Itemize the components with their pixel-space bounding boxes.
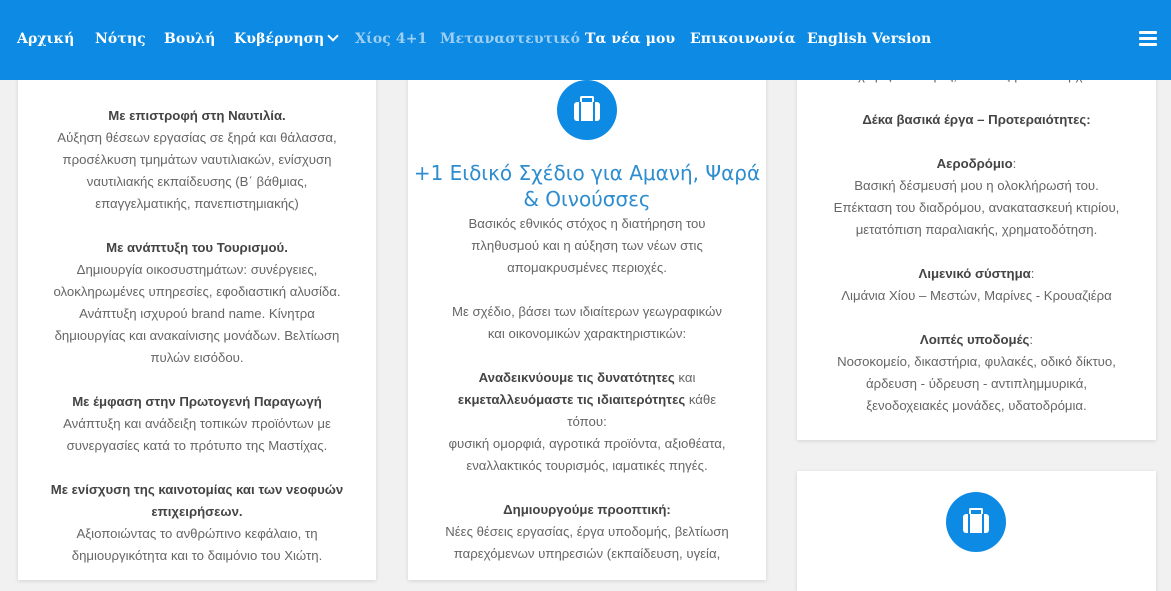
text-line: Με σχέδιο, βάσει των ιδιαίτερων γεωγραφι…: [452, 304, 722, 319]
center-card: +1 Ειδικό Σχέδιο για Αμανή, Ψαρά & Οινού…: [408, 60, 766, 580]
text-line: Βασική δέσμευσή μου η ολοκλήρωσή του.: [854, 178, 1099, 193]
card-title: +1 Ειδικό Σχέδιο για Αμανή, Ψαρά & Οινού…: [408, 160, 766, 212]
nav-english-version[interactable]: English Version: [807, 31, 931, 47]
colon: :: [1012, 156, 1017, 171]
text-line: Αύξηση θέσεων εργασίας σε ξηρά και θάλασ…: [57, 130, 337, 145]
text-line: Νέες θέσεις εργασίας, έργα υποδομής, βελ…: [445, 524, 729, 539]
text-line: τόπου:: [567, 414, 607, 429]
right-card-text: χωρίς υποδομές, ανάπτυξη δεν υπάρχει. Δέ…: [797, 65, 1156, 417]
text-line: και οικονομικών χαρακτηριστικών:: [487, 326, 687, 341]
text-line: επαγγελματικής, πανεπιστημιακής): [95, 196, 299, 211]
text-line: Επέκταση του διαδρόμου, ανακατασκευή κτι…: [833, 200, 1120, 215]
center-card-text: Βασικός εθνικός στόχος η διατήρηση του π…: [408, 213, 766, 565]
text-line: Βασικός εθνικός στόχος η διατήρηση του: [468, 216, 706, 231]
bold-phrase: εκμεταλλευόμαστε τις ιδιαιτερότητες: [457, 392, 686, 407]
projects-heading: Δέκα βασικά έργα – Προτεραιότητες:: [862, 112, 1091, 127]
text-line: συνεργασίες κατά το πρότυπο της Μαστίχας…: [66, 438, 328, 453]
shipping-heading: Με επιστροφή στη Ναυτιλία.: [108, 108, 286, 123]
text-line: παρεχόμενων υπηρεσιών (εκπαίδευση, υγεία…: [453, 546, 721, 561]
card-title-line2: & Οινούσσες: [523, 187, 651, 211]
chevron-down-icon: [327, 30, 339, 42]
nav-chios-4plus1[interactable]: Χίος 4+1: [355, 31, 427, 47]
right-card-lower: [797, 471, 1156, 591]
colon: :: [1029, 332, 1034, 347]
text-line: Λιμάνια Χίου – Μεστών, Μαρίνες - Κρουαζι…: [841, 288, 1112, 303]
briefcase-icon: [946, 492, 1006, 552]
nav-kyvernisi-label: Κυβέρνηση: [234, 31, 325, 47]
airport-heading: Αεροδρόμιο: [936, 156, 1013, 171]
hamburger-menu-icon[interactable]: [1139, 31, 1157, 47]
port-heading: Λιμενικό σύστημα: [918, 266, 1031, 281]
right-card-projects: χωρίς υποδομές, ανάπτυξη δεν υπάρχει. Δέ…: [797, 40, 1156, 440]
nav-epikoinonia[interactable]: Επικοινωνία: [690, 31, 796, 47]
text-line: Ανάπτυξη ισχυρού brand name. Κίνητρα: [79, 306, 315, 321]
text-line: άρδευση - ύδρευση - αντιπλημμυρικά,: [865, 376, 1088, 391]
briefcase-icon: [557, 80, 617, 140]
text-line: πληθυσμού και η αύξηση των νέων στις: [471, 238, 703, 253]
nav-vouli[interactable]: Βουλή: [164, 31, 215, 47]
text-fragment: και: [674, 370, 696, 385]
text-line: Ανάπτυξη και ανάδειξη τοπικών προϊόντων …: [63, 416, 331, 431]
primary-production-heading: Με έμφαση στην Πρωτογενή Παραγωγή: [72, 394, 322, 409]
text-line: προσέλκυση τμημάτων ναυτιλιακών, ενίσχυσ…: [62, 152, 332, 167]
text-line: Δημιουργία οικοσυστημάτων: συνέργειες,: [76, 262, 318, 277]
infrastructure-heading: Λοιπές υποδομές: [919, 332, 1030, 347]
nav-kyvernisi[interactable]: Κυβέρνηση: [234, 30, 339, 47]
text-line: Αξιοποιώντας το ανθρώπινο κεφάλαιο, τη: [76, 526, 318, 541]
text-line: πυλών εισόδου.: [150, 350, 244, 365]
text-line: μετατόπιση παραλιακής, χρηματοδότηση.: [855, 222, 1098, 237]
perspective-heading: Δημιουργούμε προοπτική:: [503, 502, 671, 517]
text-line: ναυτιλιακής εκπαίδευσης (Β΄ βάθμιας,: [86, 174, 308, 189]
text-line: ξενοδοχειακές μονάδες, υδατοδρόμια.: [866, 398, 1087, 413]
text-line: απομακρυσμένες περιοχές.: [507, 260, 667, 275]
text-line: εναλλακτικός τουρισμός, ιαματικές πηγές.: [466, 458, 708, 473]
text-line: φυσική ομορφιά, αγροτικά προϊόντα, αξιοθ…: [448, 436, 726, 451]
innovation-heading-line2: επιχειρήσεων.: [151, 504, 243, 519]
colon: :: [1030, 266, 1035, 281]
text-line: ολοκληρωμένες υπηρεσίες, εφοδιαστική αλυ…: [53, 284, 341, 299]
left-card-text: Με επιστροφή στη Ναυτιλία. Αύξηση θέσεων…: [18, 105, 376, 567]
nav-notis[interactable]: Νότης: [95, 31, 146, 47]
text-line: δημιουργίας και ανακαίνισης μονάδων. Βελ…: [54, 328, 340, 343]
top-navbar: Αρχική Νότης Βουλή Κυβέρνηση Χίος 4+1 Με…: [0, 0, 1171, 80]
text-line: Νοσοκομείο, δικαστήρια, φυλακές, οδικό δ…: [837, 354, 1116, 369]
nav-home[interactable]: Αρχική: [17, 31, 74, 47]
nav-ta-nea-mou[interactable]: Τα νέα μου: [585, 31, 675, 47]
left-card: Με επιστροφή στη Ναυτιλία. Αύξηση θέσεων…: [18, 60, 376, 580]
text-line: δημιουργικότητα και το δαιμόνιο του Χιώτ…: [71, 548, 323, 563]
nav-metanasteftiko[interactable]: Μεταναστευτικό: [440, 31, 580, 47]
tourism-heading: Με ανάπτυξη του Τουρισμού.: [106, 240, 288, 255]
text-fragment: κάθε: [685, 392, 717, 407]
card-title-line1: +1 Ειδικό Σχέδιο για Αμανή, Ψαρά: [413, 161, 761, 185]
innovation-heading-line1: Με ενίσχυση της καινοτομίας και των νεοφ…: [50, 482, 344, 497]
bold-phrase: Αναδεικνύουμε τις δυνατότητες: [478, 370, 675, 385]
